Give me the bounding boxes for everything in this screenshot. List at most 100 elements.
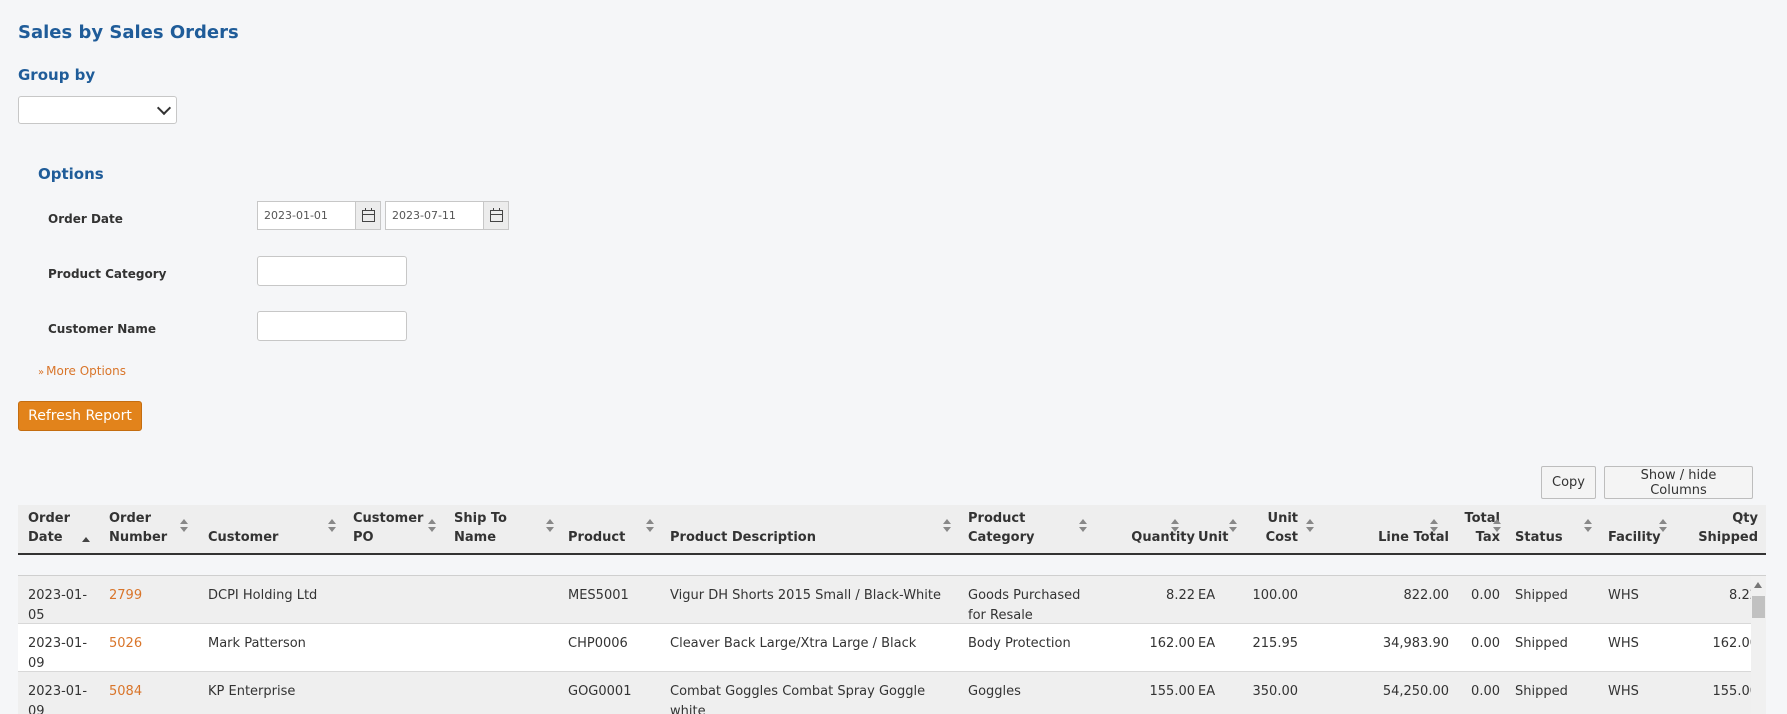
order-number-link[interactable]: 5084 bbox=[109, 684, 142, 699]
table-cell: Goggles bbox=[968, 684, 1021, 699]
sort-icon[interactable] bbox=[1306, 519, 1314, 533]
scroll-thumb[interactable] bbox=[1752, 596, 1765, 618]
sort-icon[interactable] bbox=[943, 519, 951, 533]
table-cell: 8.22 bbox=[1729, 588, 1758, 603]
table-cell: 2023-01- 05 bbox=[28, 588, 88, 623]
table-cell: Cleaver Back Large/Xtra Large / Black bbox=[670, 636, 917, 651]
table-cell: 155.00 bbox=[1712, 684, 1759, 699]
date-from-calendar-button[interactable] bbox=[355, 202, 380, 229]
date-to-calendar-button[interactable] bbox=[483, 202, 508, 229]
sort-icon[interactable] bbox=[1584, 519, 1592, 533]
order-date-to-field[interactable]: 2023-07-11 bbox=[385, 201, 509, 230]
column-header[interactable]: Product Category bbox=[968, 505, 1088, 553]
table-cell: EA bbox=[1198, 684, 1216, 699]
sort-icon[interactable] bbox=[428, 519, 436, 533]
order-date-label: Order Date bbox=[48, 212, 123, 226]
column-header-label: Line Total bbox=[1378, 530, 1449, 545]
sort-icon[interactable] bbox=[1493, 519, 1501, 533]
copy-button[interactable]: Copy bbox=[1541, 466, 1596, 499]
column-header[interactable]: Facility bbox=[1608, 505, 1678, 553]
table-cell: 162.00 bbox=[1149, 636, 1196, 651]
show-hide-columns-button[interactable]: Show / hide Columns bbox=[1604, 466, 1753, 499]
more-options-link[interactable]: » More Options bbox=[38, 364, 126, 378]
column-header[interactable]: Product bbox=[568, 505, 648, 553]
table-cell: 34,983.90 bbox=[1382, 636, 1449, 651]
column-header-label: Ship To Name bbox=[454, 511, 507, 545]
table-cell: KP Enterprise bbox=[208, 684, 296, 699]
table-cell: Goods Purchased for Resale bbox=[968, 588, 1081, 623]
table-cell: 162.00 bbox=[1712, 636, 1759, 651]
table-cell: 0.00 bbox=[1471, 636, 1500, 651]
table-body: 2023-01- 05 2799 DCPI Holding Ltd MES5001 Vi… bbox=[18, 575, 1766, 714]
sort-icon[interactable] bbox=[1171, 519, 1179, 533]
table-cell: WHS bbox=[1608, 636, 1639, 651]
order-number-cell[interactable]: 5084 bbox=[109, 682, 184, 702]
options-title: Options bbox=[38, 165, 104, 183]
scroll-up-arrow-icon[interactable] bbox=[1754, 582, 1762, 588]
column-header-label: Unit bbox=[1198, 530, 1229, 545]
column-header[interactable]: Order Date bbox=[28, 505, 88, 553]
table-cell: 54,250.00 bbox=[1382, 684, 1449, 699]
table-cell: GOG0001 bbox=[568, 684, 632, 699]
customer-name-label: Customer Name bbox=[48, 322, 156, 336]
page-title: Sales by Sales Orders bbox=[18, 22, 239, 43]
column-header[interactable]: Quantity bbox=[1108, 505, 1195, 553]
table-cell: 100.00 bbox=[1252, 588, 1299, 603]
column-header[interactable]: Order Number bbox=[109, 505, 184, 553]
group-by-select[interactable] bbox=[18, 96, 177, 124]
order-number-cell[interactable]: 2799 bbox=[109, 586, 184, 606]
order-date-from-value: 2023-01-01 bbox=[264, 209, 328, 222]
sort-icon[interactable] bbox=[546, 519, 554, 533]
sort-icon[interactable] bbox=[646, 519, 654, 533]
column-header-label: Customer bbox=[208, 530, 279, 545]
order-number-link[interactable]: 5026 bbox=[109, 636, 142, 651]
sales-orders-table: Order Date Order Number Customer Customer P… bbox=[18, 505, 1766, 714]
sort-ascending-icon[interactable] bbox=[82, 519, 90, 542]
sort-icon[interactable] bbox=[1430, 519, 1438, 533]
sort-icon[interactable] bbox=[1079, 519, 1087, 533]
column-header[interactable]: Status bbox=[1515, 505, 1585, 553]
table-cell: 155.00 bbox=[1149, 684, 1196, 699]
product-category-label: Product Category bbox=[48, 267, 167, 281]
table-row[interactable]: 2023-01- 09 5026 Mark Patterson CHP0006 Clea… bbox=[18, 624, 1766, 672]
table-cell: Body Protection bbox=[968, 636, 1071, 651]
calendar-icon bbox=[361, 207, 375, 222]
double-chevron-down-icon: » bbox=[38, 367, 45, 378]
sort-icon[interactable] bbox=[180, 519, 188, 533]
column-header[interactable]: Product Description bbox=[670, 505, 960, 553]
order-number-cell[interactable]: 5026 bbox=[109, 634, 184, 654]
table-scrollbar[interactable] bbox=[1751, 576, 1766, 714]
column-header-label: Product bbox=[568, 530, 626, 545]
calendar-icon bbox=[489, 207, 503, 222]
chevron-down-icon bbox=[156, 100, 172, 116]
column-header[interactable]: Customer bbox=[208, 505, 318, 553]
column-header-label: Unit Cost bbox=[1265, 511, 1298, 545]
table-cell: 822.00 bbox=[1403, 588, 1450, 603]
column-header[interactable]: Customer PO bbox=[353, 505, 433, 553]
customer-name-input[interactable] bbox=[257, 311, 407, 341]
table-cell: Shipped bbox=[1515, 588, 1568, 603]
table-cell: WHS bbox=[1608, 588, 1639, 603]
order-date-from-field[interactable]: 2023-01-01 bbox=[257, 201, 381, 230]
refresh-report-button[interactable]: Refresh Report bbox=[18, 401, 142, 431]
column-header[interactable]: Qty Shipped bbox=[1680, 505, 1758, 553]
table-cell: 8.22 bbox=[1166, 588, 1195, 603]
table-cell: CHP0006 bbox=[568, 636, 628, 651]
column-header-label: Order Number bbox=[109, 511, 168, 545]
table-cell: Vigur DH Shorts 2015 Small / Black-White bbox=[670, 588, 942, 603]
column-header-label: Status bbox=[1515, 530, 1563, 545]
sort-icon[interactable] bbox=[1229, 519, 1237, 533]
sort-icon[interactable] bbox=[1659, 519, 1667, 533]
table-cell: Combat Goggles Combat Spray Goggle white bbox=[670, 684, 926, 714]
column-header-label: Qty Shipped bbox=[1698, 511, 1758, 545]
table-cell: 2023-01- 09 bbox=[28, 684, 88, 714]
table-row[interactable]: 2023-01- 05 2799 DCPI Holding Ltd MES5001 Vi… bbox=[18, 576, 1766, 624]
column-header[interactable]: Unit Cost bbox=[1248, 505, 1298, 553]
table-row[interactable]: 2023-01- 09 5084 KP Enterprise GOG0001 Comba… bbox=[18, 672, 1766, 714]
order-number-link[interactable]: 2799 bbox=[109, 588, 142, 603]
column-header-label: Order Date bbox=[28, 511, 70, 545]
table-cell: EA bbox=[1198, 636, 1216, 651]
sort-icon[interactable] bbox=[328, 519, 336, 533]
column-header[interactable]: Ship To Name bbox=[454, 505, 549, 553]
product-category-input[interactable] bbox=[257, 256, 407, 286]
